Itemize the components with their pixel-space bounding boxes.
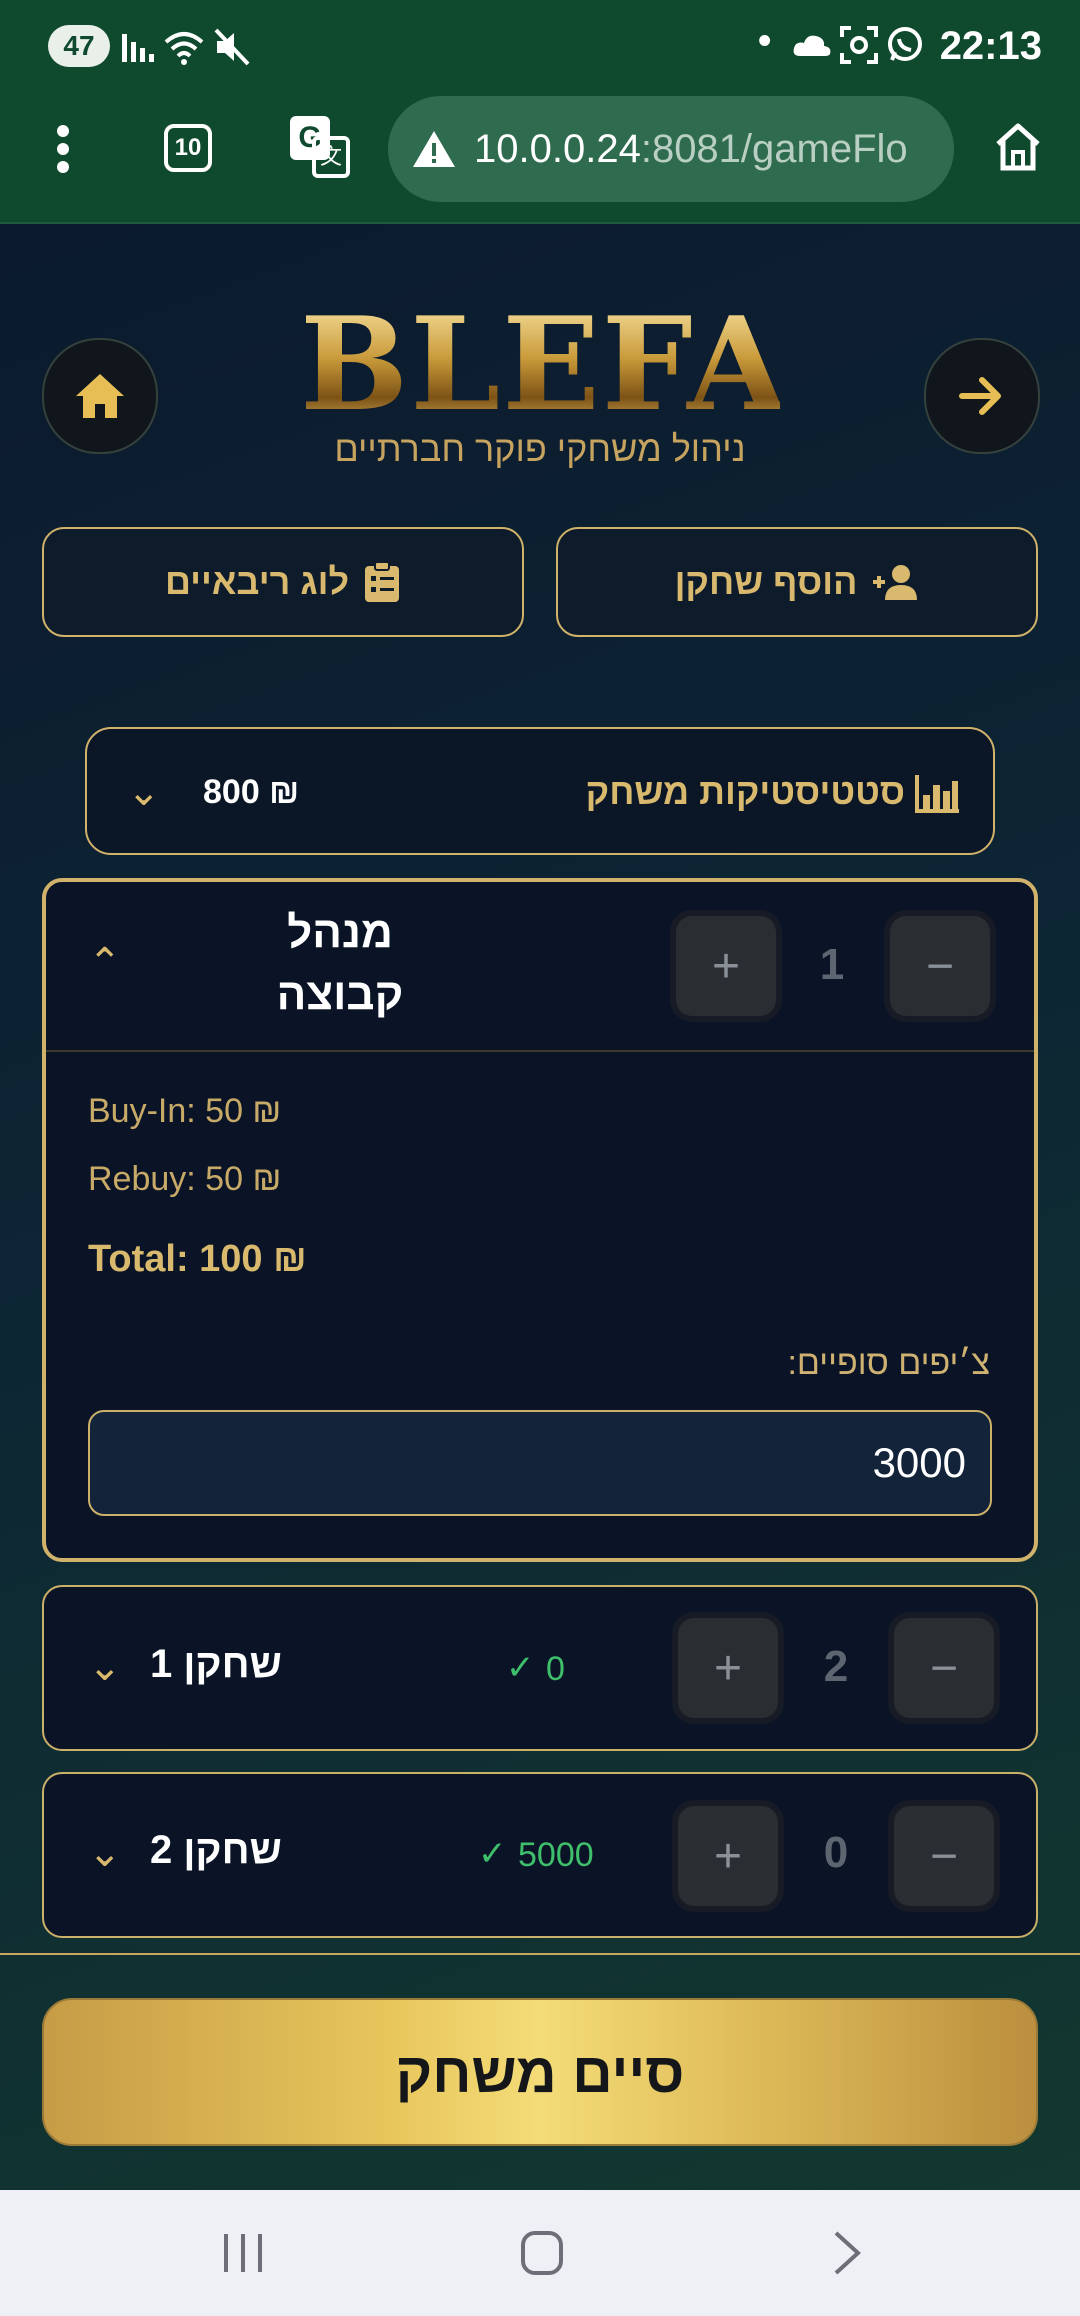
clock: 22:13 [939, 24, 1042, 68]
mute-icon [214, 28, 250, 66]
bar-chart-icon [915, 775, 959, 813]
status-bar: 47 • 22:13 [0, 0, 1080, 94]
wifi-icon [164, 32, 204, 65]
back-icon[interactable] [830, 2230, 864, 2276]
player-name: שחקן 2 [150, 1828, 282, 1872]
arrow-right-icon [959, 377, 1001, 415]
clipboard-list-icon [365, 561, 400, 602]
game-stats-toggle[interactable]: ⌄ ₪ 800 סטטיסטיקות משחק [85, 727, 995, 855]
url-host: 10.0.0.24 [474, 126, 641, 171]
final-chips-input[interactable]: 3000 [88, 1410, 992, 1516]
cloud-icon [793, 35, 831, 56]
rebuy-count: 0 [823, 1828, 849, 1877]
increment-button[interactable]: + [678, 1806, 778, 1906]
home-icon [76, 374, 124, 418]
final-chips-label: צ׳יפים סופיים: [787, 1344, 990, 1382]
check-icon: ✓ [478, 1835, 507, 1873]
rebuy-count: 1 [819, 940, 845, 989]
home-button[interactable] [42, 338, 158, 454]
url-path: :8081/gameFlo [640, 126, 908, 171]
whatsapp-icon [888, 27, 922, 61]
app-logo-title: BLEFA [300, 290, 789, 440]
system-nav-bar [0, 2190, 1080, 2316]
add-user-icon [873, 565, 918, 600]
status-dot: • [758, 20, 772, 62]
app-subtitle: ניהול משחקי פוקר חברתיים [334, 428, 746, 469]
total-text: Total: 100 ₪ [88, 1238, 307, 1280]
rebuy-text: Rebuy: 50 ₪ [88, 1160, 282, 1198]
manager-name-line2: קבוצה [276, 970, 404, 1019]
home-nav-icon[interactable] [520, 2230, 564, 2276]
stats-label: סטטיסטיקות משחק [585, 771, 905, 812]
increment-button[interactable]: + [678, 1618, 778, 1718]
stats-total-amount: ₪ 800 [203, 773, 300, 811]
end-game-button[interactable]: סיים משחק [42, 1998, 1038, 2146]
increment-button[interactable]: + [676, 916, 776, 1016]
chevron-down-icon[interactable]: ⌄ [88, 1644, 122, 1690]
rebuy-count: 2 [823, 1642, 849, 1691]
rebuy-log-button[interactable]: לוג ריבאיים [42, 527, 524, 637]
add-player-label: הוסף שחקן [674, 561, 858, 602]
buy-in-text: Buy-In: 50 ₪ [88, 1092, 282, 1130]
screenshot-icon [840, 26, 878, 64]
signal-icon [122, 34, 154, 62]
decrement-button[interactable]: − [894, 1806, 994, 1906]
tab-count-button[interactable]: 10 [164, 124, 212, 172]
next-button[interactable] [924, 338, 1040, 454]
player-final-chips: 5000 [518, 1836, 594, 1874]
warning-icon [413, 131, 455, 167]
player-final-chips: 0 [546, 1650, 565, 1688]
rebuy-log-label: לוג ריבאיים [164, 561, 350, 602]
chevron-down-icon[interactable]: ⌄ [88, 1830, 122, 1876]
footer-divider [0, 1953, 1080, 1955]
browser-home-icon[interactable] [994, 122, 1042, 172]
add-player-button[interactable]: הוסף שחקן [556, 527, 1038, 637]
translate-icon[interactable]: G 文 [290, 116, 350, 178]
decrement-button[interactable]: − [890, 916, 990, 1016]
manager-name: מנהל קבוצה [220, 902, 460, 1026]
menu-dots-icon[interactable] [52, 124, 74, 174]
manager-name-line1: מנהל [287, 908, 393, 957]
battery-indicator: 47 [48, 25, 110, 67]
card-divider [46, 1050, 1034, 1052]
decrement-button[interactable]: − [894, 1618, 994, 1718]
check-icon: ✓ [506, 1649, 535, 1687]
player-name: שחקן 1 [150, 1642, 282, 1686]
chevron-down-icon: ⌄ [127, 770, 161, 814]
recents-icon[interactable] [220, 2232, 266, 2274]
chevron-up-icon[interactable]: ⌃ [88, 940, 122, 986]
address-bar[interactable]: 10.0.0.24:8081/gameFlo [388, 96, 954, 202]
